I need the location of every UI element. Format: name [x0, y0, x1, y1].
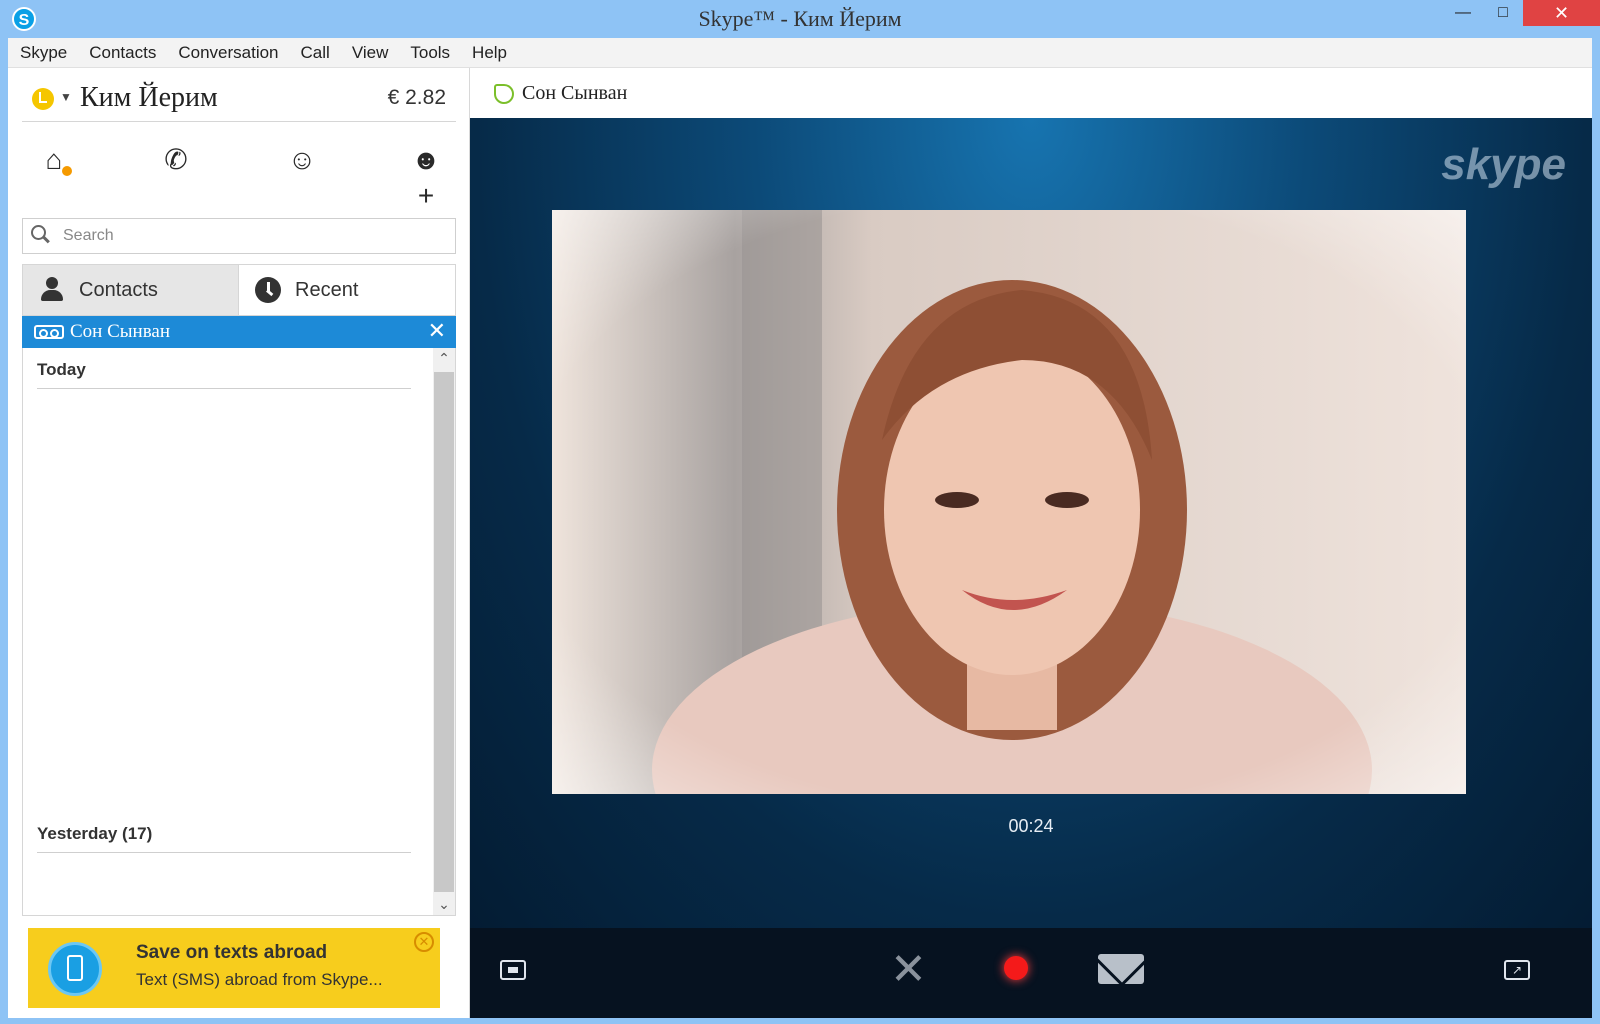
mobile-icon	[67, 955, 83, 981]
recent-list: Today Yesterday (17) ⌃ ⌄	[22, 348, 456, 916]
promo-title: Save on texts abroad	[136, 942, 328, 963]
promo-banner[interactable]: Save on texts abroad Text (SMS) abroad f…	[28, 928, 440, 1008]
call-timer: 00:24	[1008, 816, 1054, 836]
menu-tools[interactable]: Tools	[410, 43, 450, 63]
profile-name[interactable]: Ким Йерим	[80, 82, 218, 114]
menu-view[interactable]: View	[352, 43, 389, 63]
conversation-header: Сон Сынван	[470, 68, 1592, 118]
online-status-icon	[494, 84, 514, 104]
skype-credit[interactable]: € 2.82	[388, 86, 446, 110]
share-screen-icon[interactable]	[500, 960, 526, 980]
scrollbar[interactable]: ⌃ ⌄	[433, 348, 455, 915]
person-icon	[39, 277, 65, 303]
profile-bar: ▼ Ким Йерим € 2.82	[22, 76, 456, 122]
maximize-button[interactable]: □	[1480, 0, 1526, 26]
title-bar: S Skype™ - Ким Йерим — □ ✕	[0, 0, 1600, 38]
remote-video	[552, 210, 1466, 794]
tab-contacts-label: Contacts	[79, 278, 158, 301]
menu-conversation[interactable]: Conversation	[178, 43, 278, 63]
call-controls: ✕ ↗	[470, 928, 1592, 1018]
group-header-yesterday[interactable]: Yesterday (17)	[37, 824, 411, 853]
notification-dot	[62, 166, 72, 176]
video-call-stage: skype 00:24	[470, 118, 1592, 928]
status-dropdown-icon[interactable]: ▼	[60, 90, 72, 104]
close-button[interactable]: ✕	[1523, 0, 1600, 26]
window-title: Skype™ - Ким Йерим	[698, 6, 902, 31]
skype-logo: skype	[1441, 140, 1566, 189]
group-icon[interactable]: ☺	[282, 142, 322, 178]
scrollbar-thumb[interactable]	[434, 372, 454, 892]
video-feed	[552, 210, 1466, 794]
search-box	[22, 218, 456, 254]
end-call-icon[interactable]: ✕	[890, 948, 927, 992]
sidebar-tabs: Contacts Recent	[22, 264, 456, 316]
phone-icon[interactable]: ✆	[156, 142, 196, 178]
menu-contacts[interactable]: Contacts	[89, 43, 156, 63]
promo-text: Text (SMS) abroad from Skype...	[136, 970, 383, 989]
group-header-today: Today	[37, 360, 411, 389]
search-icon	[31, 225, 51, 245]
tab-contacts[interactable]: Contacts	[23, 265, 239, 315]
conversation-title[interactable]: Сон Сынван	[522, 82, 627, 105]
sidebar: ▼ Ким Йерим € 2.82 ⌂ ✆ ☺ ☻+ Contacts Rec…	[8, 68, 470, 1018]
app-window: Skype Contacts Conversation Call View To…	[8, 38, 1592, 1018]
search-input[interactable]	[63, 224, 443, 248]
scroll-down-icon[interactable]: ⌄	[433, 896, 455, 913]
active-call-item[interactable]: Сон Сынван ✕	[22, 316, 456, 348]
active-call-name: Сон Сынван	[70, 321, 171, 342]
away-status-icon[interactable]	[32, 88, 54, 110]
phone-promo-icon	[48, 942, 102, 996]
promo-close-icon[interactable]: ✕	[414, 932, 434, 952]
message-icon[interactable]	[1098, 954, 1144, 984]
menu-help[interactable]: Help	[472, 43, 507, 63]
add-contact-icon[interactable]: ☻+	[406, 142, 446, 211]
scroll-up-icon[interactable]: ⌃	[433, 350, 455, 367]
record-icon[interactable]	[1004, 956, 1028, 980]
menu-bar: Skype Contacts Conversation Call View To…	[8, 38, 1592, 68]
menu-call[interactable]: Call	[301, 43, 330, 63]
conversation-panel: Сон Сынван skype 00:24 ✕ ↗	[470, 68, 1592, 1018]
tab-recent[interactable]: Recent	[239, 265, 455, 315]
home-icon[interactable]: ⌂	[34, 142, 74, 178]
clock-icon	[255, 277, 281, 303]
tab-recent-label: Recent	[295, 278, 359, 301]
nav-icons: ⌂ ✆ ☺ ☻+	[22, 130, 456, 211]
menu-skype[interactable]: Skype	[20, 43, 67, 63]
fullscreen-icon[interactable]: ↗	[1504, 960, 1530, 980]
close-icon[interactable]: ✕	[428, 318, 446, 344]
video-call-icon	[34, 325, 64, 339]
